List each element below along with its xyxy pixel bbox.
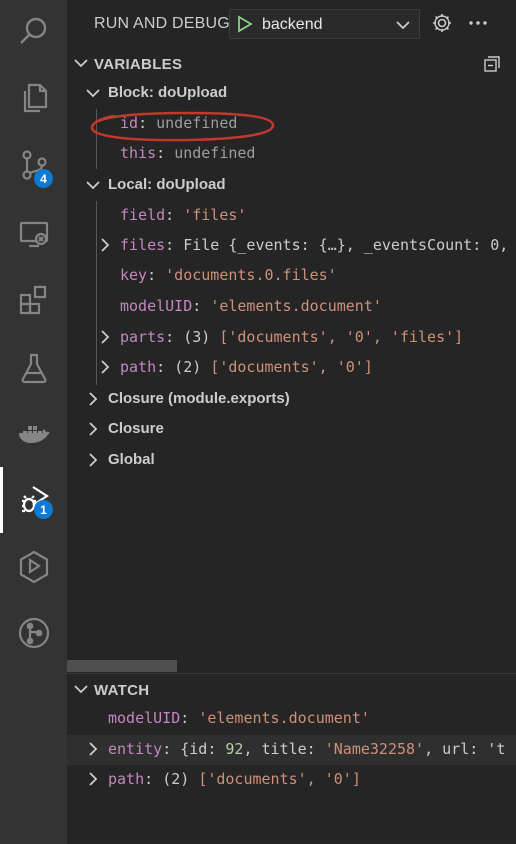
watch-expression: path bbox=[108, 770, 145, 788]
scope-label: Closure bbox=[108, 420, 164, 437]
run-debug-icon[interactable] bbox=[0, 468, 67, 528]
start-debugging-icon[interactable] bbox=[236, 15, 254, 33]
scope-closure-module[interactable]: Closure (module.exports) bbox=[67, 385, 516, 415]
chevron-down-icon bbox=[74, 685, 88, 694]
scope-label: Local: doUpload bbox=[108, 176, 226, 193]
gear-icon[interactable] bbox=[431, 12, 453, 34]
chevron-down-icon bbox=[74, 59, 88, 68]
variables-section-header[interactable]: VARIABLES bbox=[67, 51, 516, 77]
array-count: (3) bbox=[183, 328, 211, 346]
chevron-right-icon[interactable] bbox=[85, 741, 101, 757]
scope-label: Closure (module.exports) bbox=[108, 390, 290, 407]
panel-title: RUN AND DEBUG bbox=[94, 15, 230, 32]
array-count: (2) bbox=[162, 770, 190, 788]
watch-expression: modelUID bbox=[108, 709, 181, 727]
variable-row[interactable]: path: (2) ['documents', '0'] bbox=[67, 353, 516, 383]
deploy-icon[interactable] bbox=[0, 536, 67, 596]
scope-label: Block: doUpload bbox=[108, 84, 228, 101]
search-icon[interactable] bbox=[0, 2, 67, 62]
array-count: (2) bbox=[174, 358, 202, 376]
variable-name: key bbox=[120, 266, 148, 284]
chevron-right-icon[interactable] bbox=[85, 771, 101, 787]
chevron-right-icon[interactable] bbox=[97, 329, 113, 345]
variables-title: VARIABLES bbox=[94, 56, 183, 73]
variable-row[interactable]: field: 'files' bbox=[67, 201, 516, 231]
chevron-right-icon bbox=[89, 392, 98, 406]
source-control-icon[interactable] bbox=[0, 135, 67, 195]
scope-closure[interactable]: Closure bbox=[67, 415, 516, 445]
more-actions-icon[interactable] bbox=[467, 12, 489, 34]
scope-label: Global bbox=[108, 451, 155, 468]
source-control-badge: 4 bbox=[34, 169, 53, 188]
variable-row[interactable]: files: File {_events: {…}, _eventsCount:… bbox=[67, 231, 516, 261]
watch-id-value: 92 bbox=[225, 740, 244, 758]
remote-explorer-icon[interactable] bbox=[0, 204, 67, 264]
watch-row[interactable]: path: (2) ['documents', '0'] bbox=[67, 765, 516, 795]
files-icon[interactable] bbox=[0, 68, 67, 128]
watch-value: ['documents', '0'] bbox=[198, 770, 361, 788]
watch-row[interactable]: modelUID: 'elements.document' bbox=[67, 704, 516, 734]
watch-section: WATCH modelUID: 'elements.document' enti… bbox=[67, 673, 516, 844]
watch-title-value: 'Name32258' bbox=[324, 740, 425, 758]
chevron-right-icon[interactable] bbox=[97, 237, 113, 253]
run-debug-badge: 1 bbox=[34, 500, 53, 519]
variable-value: 'elements.document' bbox=[210, 297, 382, 315]
variable-row[interactable]: parts: (3) ['documents', '0', 'files'] bbox=[67, 323, 516, 353]
testing-icon[interactable] bbox=[0, 338, 67, 398]
launch-config-select[interactable]: backend bbox=[229, 9, 420, 39]
debug-sidebar: RUN AND DEBUG backend VARIABLES Block: d… bbox=[67, 0, 516, 844]
variable-value: ['documents', '0', 'files'] bbox=[219, 328, 464, 346]
variable-value: 'documents.0.files' bbox=[165, 266, 337, 284]
chevron-right-icon bbox=[89, 453, 98, 467]
variable-row[interactable]: key: 'documents.0.files' bbox=[67, 261, 516, 291]
activity-bar: 4 1 bbox=[0, 0, 67, 844]
docker-icon[interactable] bbox=[0, 404, 67, 464]
variable-name: files bbox=[120, 236, 166, 254]
scope-global[interactable]: Global bbox=[67, 446, 516, 476]
horizontal-scrollbar[interactable] bbox=[67, 660, 177, 672]
variable-value: ['documents', '0'] bbox=[210, 358, 373, 376]
scope-local[interactable]: Local: doUpload bbox=[67, 171, 516, 201]
chevron-down-icon bbox=[86, 89, 100, 98]
variable-name: modelUID bbox=[120, 297, 193, 315]
variable-name: parts bbox=[120, 328, 166, 346]
chevron-right-icon[interactable] bbox=[97, 359, 113, 375]
variable-value: 'files' bbox=[183, 206, 247, 224]
variable-value: File {_events: {…}, _eventsCount: 0, bbox=[183, 236, 509, 254]
extensions-icon[interactable] bbox=[0, 270, 67, 330]
watch-expression: entity bbox=[108, 740, 163, 758]
collapse-all-icon[interactable] bbox=[482, 54, 502, 74]
variable-value: undefined bbox=[174, 144, 256, 162]
variable-name: path bbox=[120, 358, 157, 376]
debug-toolbar: RUN AND DEBUG backend bbox=[67, 0, 516, 48]
watch-value: 'elements.document' bbox=[198, 709, 370, 727]
chevron-down-icon bbox=[396, 21, 410, 30]
variable-name: this bbox=[120, 144, 157, 162]
variable-row[interactable]: this: undefined bbox=[67, 139, 516, 169]
watch-title: WATCH bbox=[94, 682, 150, 699]
watch-row[interactable]: entity: {id: 92, title: 'Name32258', url… bbox=[67, 735, 516, 765]
chevron-down-icon bbox=[86, 181, 100, 190]
watch-section-header[interactable]: WATCH bbox=[67, 677, 516, 703]
chevron-right-icon bbox=[89, 422, 98, 436]
git-graph-icon[interactable] bbox=[0, 603, 67, 663]
launch-config-name: backend bbox=[262, 16, 323, 33]
variable-row[interactable]: modelUID: 'elements.document' bbox=[67, 292, 516, 322]
variable-name: field bbox=[120, 206, 166, 224]
